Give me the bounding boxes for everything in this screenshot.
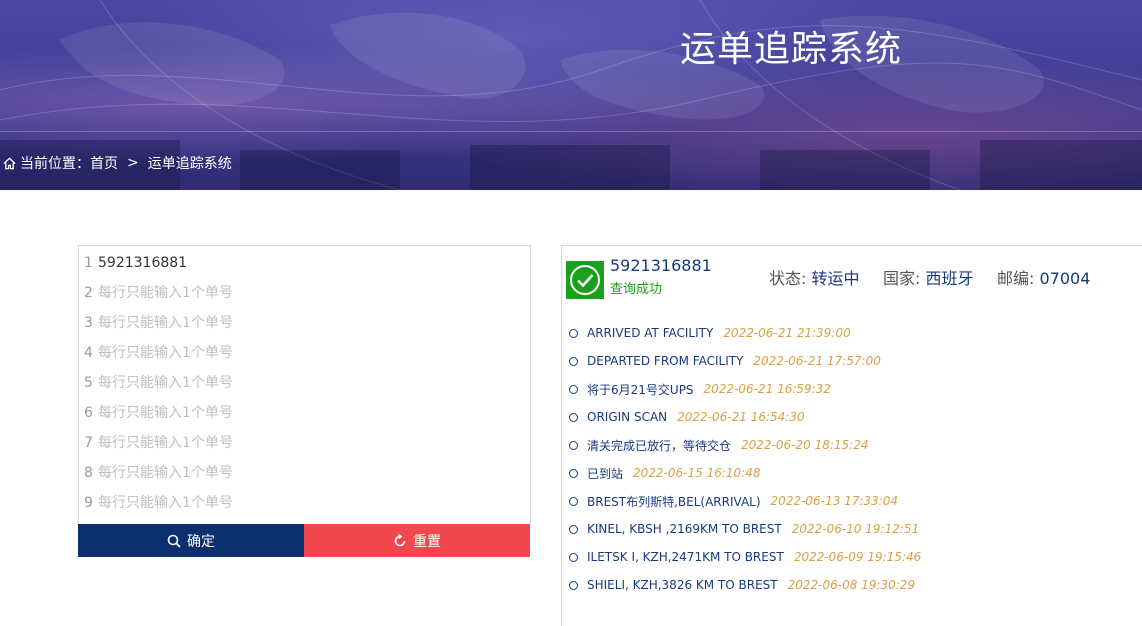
event-time: 2022-06-21 16:59:32 [703,382,831,396]
tracking-event: ARRIVED AT FACILITY 2022-06-21 21:39:00 [569,323,851,343]
input-line: 4 每行只能输入1个单号 [79,338,530,368]
breadcrumb-current: 运单追踪系统 [147,156,232,172]
success-check-icon [566,261,604,299]
search-icon [167,534,181,548]
line-placeholder: 每行只能输入1个单号 [98,285,233,301]
status-value: 转运中 [811,269,860,288]
event-time: 2022-06-21 21:39:00 [723,326,851,340]
event-description: BREST布列斯特,BEL(ARRIVAL) [587,494,761,509]
timeline-dot-icon [569,384,578,394]
tracking-event: DEPARTED FROM FACILITY 2022-06-21 17:57:… [569,351,881,371]
timeline-dot-icon [569,412,578,422]
line-placeholder: 每行只能输入1个单号 [98,405,233,421]
reset-button-label: 重置 [413,533,441,550]
shipment-postal-code: 邮编: 07004 [997,265,1090,289]
tracking-number-textarea[interactable]: 1 5921316881 2 每行只能输入1个单号 3 每行只能输入1个单号 4… [78,245,531,525]
event-description: ARRIVED AT FACILITY [587,326,714,340]
event-description: 清关完成已放行，等待交仓 [587,438,732,453]
line-number: 8 [84,465,93,481]
timeline-dot-icon [569,496,578,506]
line-placeholder: 每行只能输入1个单号 [98,315,233,331]
shipment-country: 国家: 西班牙 [883,265,974,289]
line-number: 5 [84,375,93,391]
event-description: 已到站 [587,466,624,481]
input-line: 7 每行只能输入1个单号 [79,428,530,458]
banner-divider [0,131,1142,132]
event-time: 2022-06-20 18:15:24 [741,438,869,452]
line-placeholder: 每行只能输入1个单号 [98,345,233,361]
event-description: ILETSK I, KZH,2471KM TO BREST [587,550,784,564]
result-tracking-number: 5921316881 [610,256,712,275]
tracking-event: 已到站 2022-06-15 16:10:48 [569,463,760,483]
event-time: 2022-06-09 19:15:46 [793,550,922,564]
tracking-event: BREST布列斯特,BEL(ARRIVAL) 2022-06-13 17:33:… [569,491,898,511]
tracking-event: SHIELI, KZH,3826 KM TO BREST 2022-06-08 … [569,575,915,595]
event-time: 2022-06-15 16:10:48 [633,466,761,480]
header-banner: 运单追踪系统 当前位置： 首页 > 运单追踪系统 [0,0,1142,190]
timeline-dot-icon [569,328,578,338]
line-number: 4 [84,345,93,361]
event-description: SHIELI, KZH,3826 KM TO BREST [587,578,778,592]
query-status: 查询成功 [610,282,663,297]
postal-value: 07004 [1039,269,1091,288]
event-description: DEPARTED FROM FACILITY [587,354,744,368]
status-key: 状态: [769,269,807,288]
input-line: 2 每行只能输入1个单号 [79,278,530,308]
tracking-event: ILETSK I, KZH,2471KM TO BREST 2022-06-09… [569,547,921,567]
line-number: 7 [84,435,93,451]
breadcrumb-home-link[interactable]: 首页 [90,153,118,173]
breadcrumb: 当前位置： 首页 > 运单追踪系统 [3,153,232,173]
line-number: 2 [84,285,93,301]
event-time: 2022-06-13 17:33:04 [770,494,898,508]
reset-button[interactable]: 重置 [304,524,530,557]
event-time: 2022-06-21 17:57:00 [753,354,881,368]
event-description: 将于6月21号交UPS [587,382,694,397]
tracking-event: KINEL, KBSH ,2169KM TO BREST 2022-06-10 … [569,519,919,539]
line-number: 1 [84,255,93,271]
confirm-button[interactable]: 确定 [78,524,304,557]
timeline-dot-icon [569,468,578,478]
timeline-dot-icon [569,580,578,590]
line-placeholder: 每行只能输入1个单号 [98,465,233,481]
line-placeholder: 每行只能输入1个单号 [98,375,233,391]
timeline-dot-icon [569,524,578,534]
tracking-event: 清关完成已放行，等待交仓 2022-06-20 18:15:24 [569,435,868,455]
line-value: 5921316881 [98,255,188,271]
event-description: ORIGIN SCAN [587,410,668,424]
event-time: 2022-06-10 19:12:51 [791,522,920,536]
country-key: 国家: [883,269,921,288]
line-placeholder: 每行只能输入1个单号 [98,495,233,511]
line-number: 9 [84,495,93,511]
input-line: 9 每行只能输入1个单号 [79,488,530,518]
line-number: 3 [84,315,93,331]
input-line: 8 每行只能输入1个单号 [79,458,530,488]
tracking-event: ORIGIN SCAN 2022-06-21 16:54:30 [569,407,805,427]
input-line: 1 5921316881 [79,248,530,278]
line-number: 6 [84,405,93,421]
event-time: 2022-06-08 19:30:29 [787,578,916,592]
timeline-dot-icon [569,356,578,366]
timeline-dot-icon [569,552,578,562]
country-value: 西班牙 [925,269,974,288]
event-description: KINEL, KBSH ,2169KM TO BREST [587,522,782,536]
breadcrumb-label: 当前位置： [20,156,90,172]
home-icon [3,157,16,169]
event-time: 2022-06-21 16:54:30 [677,410,805,424]
line-placeholder: 每行只能输入1个单号 [98,435,233,451]
input-line: 6 每行只能输入1个单号 [79,398,530,428]
breadcrumb-separator: > [127,155,139,171]
shipment-status: 状态: 转运中 [769,265,860,289]
tracking-event: 将于6月21号交UPS 2022-06-21 16:59:32 [569,379,831,399]
input-line: 5 每行只能输入1个单号 [79,368,530,398]
timeline-dot-icon [569,440,578,450]
page-title: 运单追踪系统 [680,29,903,70]
postal-key: 邮编: [997,269,1035,288]
confirm-button-label: 确定 [187,533,215,550]
refresh-icon [394,533,406,546]
input-line: 3 每行只能输入1个单号 [79,308,530,338]
